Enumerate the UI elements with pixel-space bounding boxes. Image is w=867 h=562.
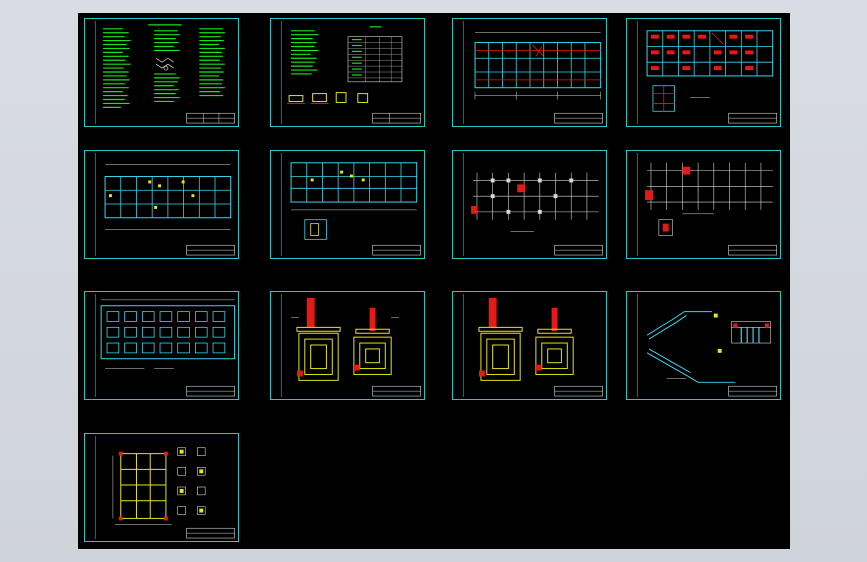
drawing-sheet-4[interactable] [626, 18, 781, 127]
sheet-10-content [280, 293, 421, 398]
sheet-4-content [636, 20, 777, 125]
drawing-sheet-10[interactable] [270, 291, 425, 400]
sheet-7-content [462, 152, 603, 257]
drawing-canvas[interactable] [78, 13, 790, 549]
drawing-sheet-7[interactable] [452, 150, 607, 259]
sheet-9-content [94, 293, 236, 398]
sheet-8-content [636, 152, 777, 257]
drawing-sheet-3[interactable] [452, 18, 607, 127]
sheet-1-content [94, 20, 235, 125]
sheet-13-content [94, 435, 235, 540]
drawing-sheet-5[interactable] [84, 150, 239, 259]
drawing-sheet-1[interactable] [84, 18, 239, 127]
drawing-sheet-9[interactable] [84, 291, 239, 400]
cad-viewer-window [0, 0, 867, 562]
drawing-sheet-11[interactable] [452, 291, 607, 400]
drawing-sheet-8[interactable] [626, 150, 781, 259]
drawing-sheet-6[interactable] [270, 150, 425, 259]
sheet-5-content [94, 152, 235, 257]
sheet-3-content [462, 20, 603, 125]
sheet-6-content [280, 152, 421, 257]
drawing-sheet-13[interactable] [84, 433, 239, 542]
drawing-sheet-2[interactable] [270, 18, 425, 127]
drawing-sheet-12[interactable] [626, 291, 781, 400]
sheet-12-content [636, 293, 777, 398]
sheet-11-content [462, 293, 603, 398]
sheet-2-content [280, 20, 421, 125]
